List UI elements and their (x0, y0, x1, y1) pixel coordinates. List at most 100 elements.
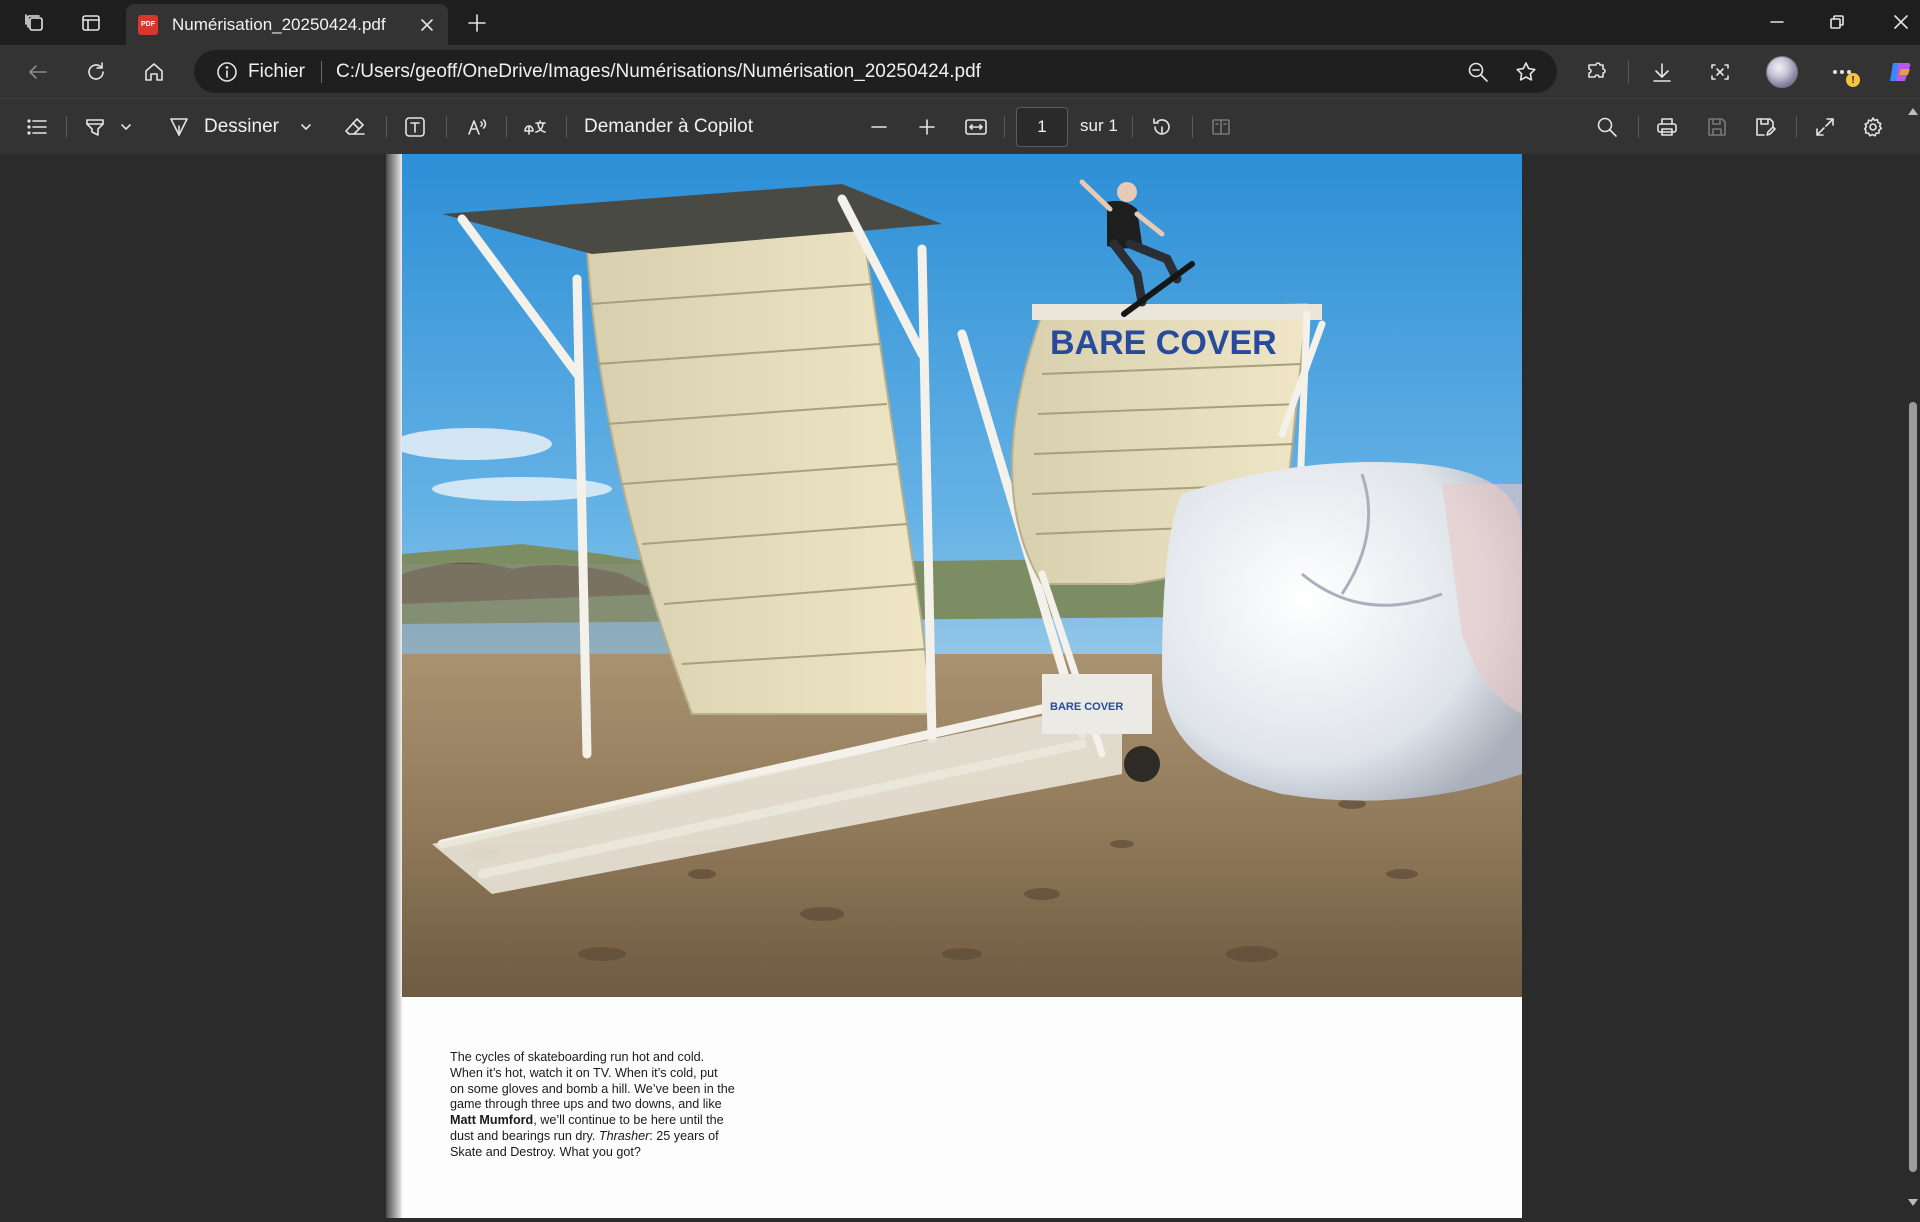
screenshot-icon (1711, 64, 1729, 80)
separator (66, 116, 67, 138)
draw-dropdown-button[interactable] (296, 110, 316, 144)
tab-actions-icon[interactable] (76, 9, 106, 37)
text-box-icon (405, 117, 425, 137)
pen-icon (170, 118, 188, 136)
pdf-settings-button[interactable] (1856, 110, 1890, 144)
scroll-up-arrow[interactable] (1908, 108, 1918, 115)
arrow-left-icon (29, 65, 47, 79)
back-button[interactable] (20, 55, 56, 89)
scrollbar-thumb[interactable] (1909, 402, 1917, 1172)
site-info-label: Fichier (248, 60, 306, 82)
separator (1004, 116, 1005, 138)
read-aloud-button[interactable] (460, 110, 494, 144)
title-bar: PDF Numérisation_20250424.pdf (0, 0, 1920, 45)
eraser-icon (345, 118, 365, 135)
rotate-button[interactable] (1145, 110, 1179, 144)
search-icon (1597, 117, 1617, 137)
highlight-dropdown-button[interactable] (116, 110, 136, 144)
refresh-button[interactable] (78, 55, 114, 89)
erase-button[interactable] (338, 110, 372, 144)
caption-line: game through three ups and two downs, an… (450, 1097, 722, 1112)
navigation-bar: Fichier C:/Users/geoff/OneDrive/Images/N… (0, 45, 1920, 98)
full-screen-button[interactable] (1808, 110, 1842, 144)
save-icon (1708, 118, 1726, 136)
page-view-button[interactable] (1204, 110, 1238, 144)
skate-photo: BARE COVER BARE COVER (402, 154, 1522, 997)
separator (1132, 116, 1133, 138)
highlight-button[interactable] (78, 110, 112, 144)
download-icon (1653, 63, 1671, 82)
close-window-button[interactable] (1876, 4, 1920, 40)
address-bar[interactable]: Fichier C:/Users/geoff/OneDrive/Images/N… (194, 50, 1557, 93)
copilot-icon (1890, 63, 1911, 81)
page-count-label: sur 1 (1080, 116, 1118, 135)
profile-button[interactable] (1764, 55, 1800, 89)
tab-close-button[interactable] (412, 10, 442, 40)
list-icon (27, 119, 47, 135)
fit-width-button[interactable] (959, 110, 993, 144)
address-separator (321, 60, 323, 83)
caption-line: The cycles of skateboarding run hot and … (450, 1050, 705, 1064)
magazine-name: Thrasher (598, 1128, 650, 1143)
url-text[interactable]: C:/Users/geoff/OneDrive/Images/Numérisat… (336, 61, 1461, 83)
expand-icon (1816, 118, 1834, 136)
save-button[interactable] (1700, 110, 1734, 144)
zoom-out-icon (1468, 62, 1488, 82)
find-button[interactable] (1590, 110, 1624, 144)
extensions-button[interactable] (1578, 55, 1614, 89)
skater-name: Matt Mumford (450, 1113, 534, 1128)
add-text-button[interactable] (398, 110, 432, 144)
separator (446, 116, 447, 138)
translate-button[interactable] (518, 110, 552, 144)
save-as-icon (1756, 118, 1776, 136)
downloads-button[interactable] (1644, 55, 1680, 89)
copilot-button[interactable] (1882, 55, 1918, 89)
fit-width-icon (965, 119, 987, 135)
avatar (1766, 56, 1798, 88)
page-number-input[interactable]: 1 (1016, 107, 1068, 147)
warning-badge: ! (1846, 73, 1860, 87)
separator (386, 116, 387, 138)
pdf-file-icon: PDF (138, 14, 158, 35)
home-icon (145, 63, 163, 81)
restore-button[interactable] (1812, 4, 1862, 40)
chevron-down-icon (121, 124, 131, 130)
minimize-button[interactable] (1752, 4, 1802, 40)
ask-copilot-button[interactable]: Demander à Copilot (584, 110, 784, 144)
caption-line: Skate and Destroy. What you got? (450, 1144, 641, 1159)
new-tab-button[interactable] (462, 9, 492, 37)
caption-line: Matt Mumford, we’ll continue to be here … (450, 1113, 780, 1129)
caption-text: : 25 years of (649, 1128, 719, 1143)
screenshot-button[interactable] (1702, 55, 1738, 89)
tab-active[interactable]: PDF Numérisation_20250424.pdf (126, 4, 448, 45)
caption-text: , we’ll continue to be here until the (533, 1113, 724, 1128)
translate-icon (524, 120, 546, 135)
document-viewport[interactable]: BARE COVER BARE COVER The cycles of skat… (0, 154, 1920, 1222)
refresh-icon (88, 62, 104, 80)
zoom-indicator-button[interactable] (1461, 55, 1495, 89)
zoom-out-button[interactable] (862, 110, 896, 144)
vertical-scrollbar[interactable] (1906, 102, 1920, 1222)
home-button[interactable] (136, 55, 172, 89)
site-info-button[interactable]: Fichier (194, 50, 305, 93)
scroll-down-arrow[interactable] (1908, 1199, 1918, 1206)
highlighter-icon (86, 119, 104, 136)
separator (1628, 61, 1629, 83)
zoom-in-button[interactable] (910, 110, 944, 144)
ask-copilot-label: Demander à Copilot (584, 116, 753, 137)
settings-more-button[interactable]: ! (1824, 55, 1860, 89)
print-button[interactable] (1650, 110, 1684, 144)
contents-button[interactable] (20, 110, 54, 144)
save-as-button[interactable] (1748, 110, 1782, 144)
printer-icon (1657, 118, 1677, 136)
separator (566, 116, 567, 138)
gear-icon (1863, 117, 1883, 137)
photo-caption: The cycles of skateboarding run hot and … (450, 1050, 780, 1161)
close-icon (1894, 15, 1908, 29)
caption-line: dust and bearings run dry. Thrasher: 25 … (450, 1129, 780, 1145)
separator (1192, 116, 1193, 138)
workspaces-icon[interactable] (20, 9, 50, 37)
favorite-button[interactable] (1509, 55, 1543, 89)
separator (506, 116, 507, 138)
pdf-toolbar: Dessiner Demander à Copilot 1 sur 1 (0, 98, 1920, 154)
